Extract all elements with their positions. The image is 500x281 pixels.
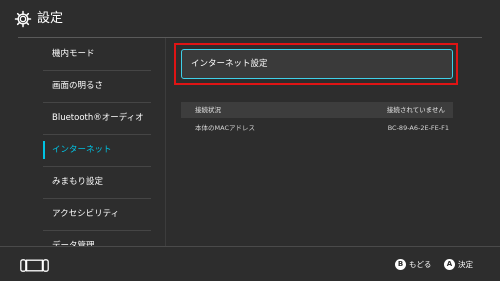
sidebar-item-label: 機内モード [52, 49, 95, 59]
sidebar-item-label: インターネット [52, 145, 112, 155]
a-button-icon: A [444, 259, 455, 270]
internet-settings-label: インターネット設定 [191, 59, 268, 69]
sidebar-vertical-divider [165, 38, 166, 246]
sidebar-item-label: データ管理 [52, 241, 95, 246]
sidebar-item-label: アクセシビリティ [52, 209, 120, 219]
sidebar-item-data-management[interactable]: データ管理 [43, 230, 151, 246]
sidebar: 機内モード 画面の明るさ Bluetooth®オーディオ インターネット みまも… [0, 38, 165, 246]
console-icon [20, 259, 49, 272]
sidebar-item-bluetooth-audio[interactable]: Bluetooth®オーディオ [43, 102, 151, 134]
header: 設定 [0, 0, 500, 37]
sidebar-item-airplane-mode[interactable]: 機内モード [43, 38, 151, 70]
sidebar-item-label: 画面の明るさ [52, 81, 104, 91]
selection-indicator [43, 141, 45, 159]
sidebar-item-internet[interactable]: インターネット [43, 134, 151, 166]
b-button-icon: B [395, 259, 406, 270]
back-hint[interactable]: B もどる [395, 259, 439, 271]
connection-status-label: 接続状況 [195, 106, 221, 114]
connection-status-value: 接続されていません [386, 106, 445, 114]
mac-address-label: 本体のMACアドレス [195, 124, 255, 132]
sidebar-item-label: Bluetooth®オーディオ [52, 113, 144, 123]
back-label: もどる [409, 260, 432, 269]
settings-screen: 設定 機内モード 画面の明るさ Bluetooth®オーディオ インターネット … [0, 0, 500, 281]
mac-address-value: BC-89-A6-2E-FE-F1 [387, 124, 449, 132]
mac-address-row: 本体のMACアドレス BC-89-A6-2E-FE-F1 [181, 121, 453, 135]
sidebar-item-label: みまもり設定 [52, 177, 104, 187]
internet-settings-button[interactable]: インターネット設定 [181, 49, 453, 79]
ok-hint[interactable]: A 決定 [444, 259, 480, 271]
gear-icon [14, 10, 32, 28]
sidebar-item-screen-brightness[interactable]: 画面の明るさ [43, 70, 151, 102]
sidebar-item-parental-controls[interactable]: みまもり設定 [43, 166, 151, 198]
connection-status-row: 接続状況 接続されていません [181, 102, 453, 118]
ok-label: 決定 [458, 260, 473, 269]
sidebar-item-accessibility[interactable]: アクセシビリティ [43, 198, 151, 230]
footer: B もどる A 決定 [0, 247, 500, 281]
page-title: 設定 [37, 11, 64, 26]
